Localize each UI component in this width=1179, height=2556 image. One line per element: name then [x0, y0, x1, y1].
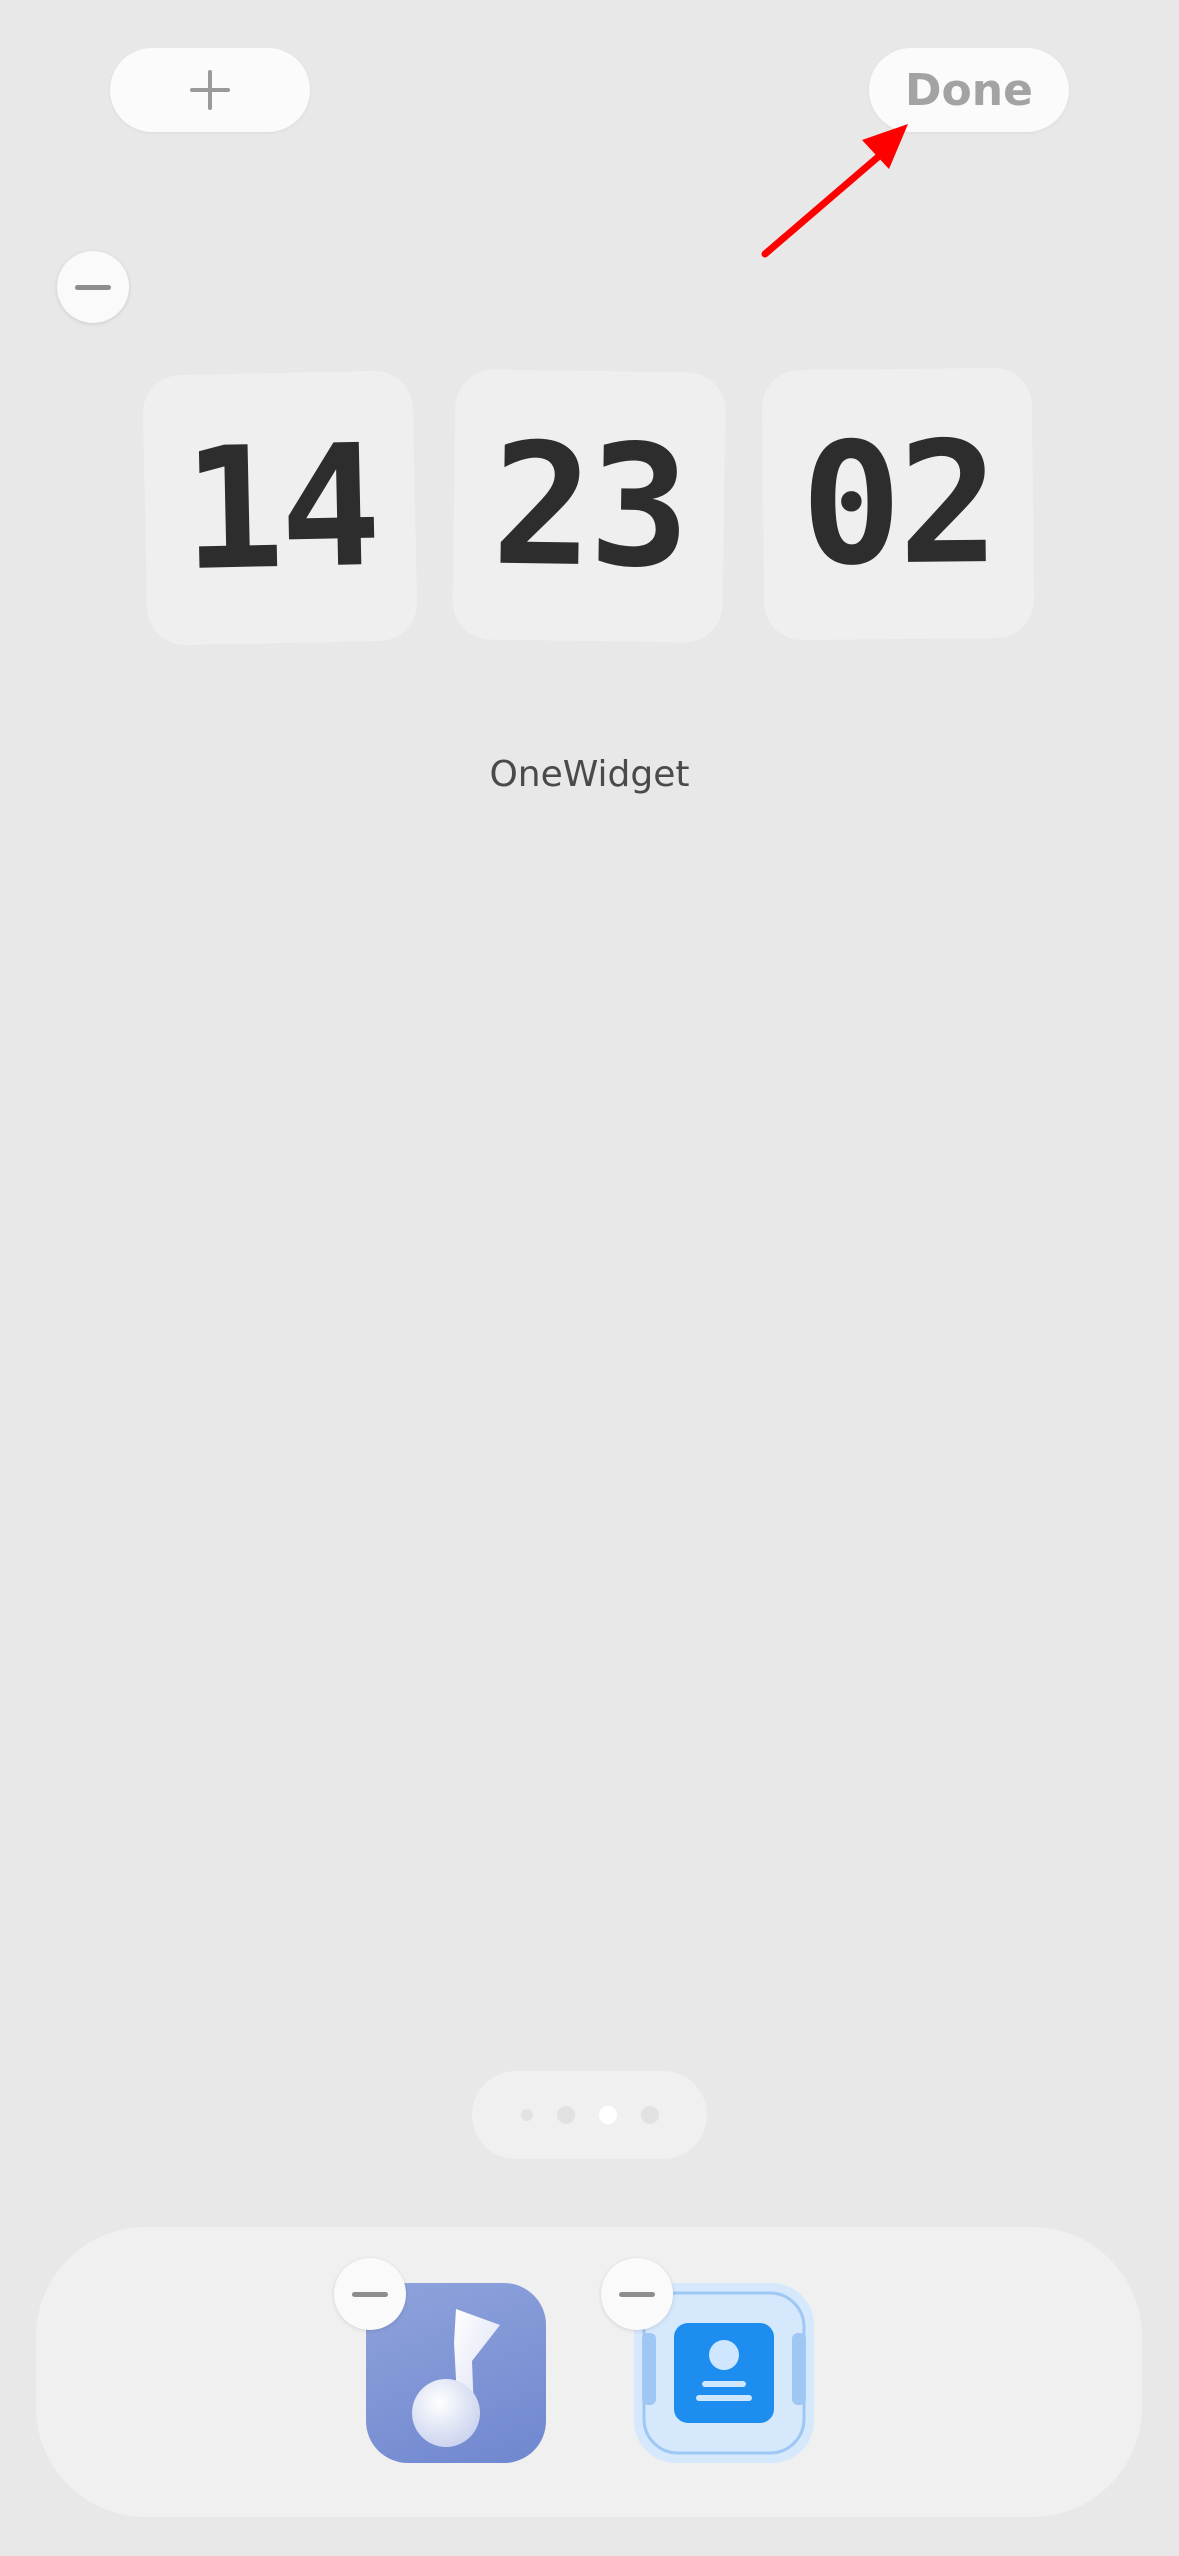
page-dot[interactable] [640, 2106, 659, 2124]
annotation-arrow [761, 124, 908, 258]
dock [36, 2227, 1142, 2517]
minutes-tile[interactable]: 23 [452, 369, 726, 643]
add-widget-button[interactable] [110, 48, 310, 132]
plus-icon [190, 70, 230, 110]
minus-icon [75, 284, 111, 290]
minus-icon [619, 2291, 655, 2297]
seconds-tile[interactable]: 02 [761, 367, 1035, 641]
page-indicator[interactable] [472, 2071, 707, 2159]
page-dot[interactable] [520, 2109, 533, 2121]
seconds-digits: 02 [799, 404, 997, 604]
minutes-digits: 23 [490, 406, 688, 606]
hours-tile[interactable]: 14 [142, 370, 418, 646]
hours-digits: 14 [180, 407, 380, 609]
remove-widget-button[interactable] [57, 251, 129, 323]
remove-music-app-button[interactable] [334, 2258, 406, 2330]
page-dot[interactable] [556, 2106, 575, 2124]
minus-icon [352, 2291, 388, 2297]
remove-contacts-app-button[interactable] [601, 2258, 673, 2330]
done-label: Done [905, 64, 1033, 116]
page-dot-current[interactable] [598, 2106, 617, 2124]
done-button[interactable]: Done [869, 48, 1069, 132]
widget-name-label: OneWidget [489, 754, 690, 795]
